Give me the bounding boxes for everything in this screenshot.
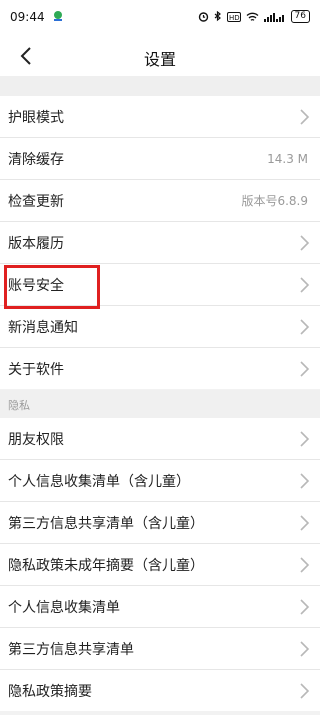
svg-text:HD: HD xyxy=(229,14,240,22)
status-time: 09:44 xyxy=(10,10,45,24)
hd-icon: HD xyxy=(226,11,241,22)
section-title: 隐私 xyxy=(8,399,30,412)
cache-size-value: 14.3 M xyxy=(267,151,308,166)
app-notification-icon xyxy=(54,11,62,21)
settings-item-label: 个人信息收集清单 xyxy=(8,599,120,616)
chevron-right-icon xyxy=(300,431,310,447)
wifi-icon xyxy=(246,12,258,21)
settings-item-label: 隐私政策未成年摘要（含儿童） xyxy=(8,557,204,574)
privacy-item-personal-info[interactable]: 个人信息收集清单 xyxy=(0,586,320,628)
privacy-item-personal-info-children[interactable]: 个人信息收集清单（含儿童） xyxy=(0,460,320,502)
version-value: 版本号6.8.9 xyxy=(241,194,308,208)
page-title: 设置 xyxy=(143,50,176,69)
status-icons: HD 76 xyxy=(198,10,310,23)
settings-item-check-update[interactable]: 检查更新 版本号6.8.9 xyxy=(0,180,320,222)
status-bar: 09:44 HD 76 xyxy=(0,0,320,36)
chevron-right-icon xyxy=(300,361,310,377)
privacy-item-friend-permissions[interactable]: 朋友权限 xyxy=(0,418,320,460)
battery-indicator: 76 xyxy=(290,10,310,23)
settings-item-label: 新消息通知 xyxy=(8,319,78,336)
alarm-icon xyxy=(198,12,208,22)
privacy-section-header: 隐私 xyxy=(0,390,320,418)
chevron-right-icon xyxy=(300,599,310,615)
section-divider xyxy=(0,76,320,96)
chevron-right-icon xyxy=(300,683,310,699)
signal-icon xyxy=(263,12,284,22)
chevron-right-icon xyxy=(300,277,310,293)
nav-bar: 设置 xyxy=(0,36,320,76)
settings-item-label: 第三方信息共享清单 xyxy=(8,641,134,658)
bluetooth-icon xyxy=(214,11,221,22)
settings-item-version-history[interactable]: 版本履历 xyxy=(0,222,320,264)
chevron-right-icon xyxy=(300,319,310,335)
settings-item-label: 关于软件 xyxy=(8,361,64,378)
settings-item-label: 护眼模式 xyxy=(8,109,64,126)
general-settings-list: 护眼模式 清除缓存 14.3 M 检查更新 版本号6.8.9 版本履历 账号安全… xyxy=(0,96,320,389)
settings-item-label: 清除缓存 xyxy=(8,151,64,168)
settings-item-eye-protection[interactable]: 护眼模式 xyxy=(0,96,320,138)
chevron-right-icon xyxy=(300,515,310,531)
settings-item-notifications[interactable]: 新消息通知 xyxy=(0,306,320,348)
privacy-item-minor-summary[interactable]: 隐私政策未成年摘要（含儿童） xyxy=(0,544,320,586)
settings-item-clear-cache[interactable]: 清除缓存 14.3 M xyxy=(0,138,320,180)
highlight-annotation-box xyxy=(4,265,100,309)
settings-item-label: 第三方信息共享清单（含儿童） xyxy=(8,515,204,532)
chevron-right-icon xyxy=(300,641,310,657)
privacy-item-third-party-children[interactable]: 第三方信息共享清单（含儿童） xyxy=(0,502,320,544)
settings-item-label: 检查更新 xyxy=(8,193,64,210)
privacy-item-third-party[interactable]: 第三方信息共享清单 xyxy=(0,628,320,670)
settings-item-label: 隐私政策摘要 xyxy=(8,683,92,700)
privacy-settings-list: 朋友权限 个人信息收集清单（含儿童） 第三方信息共享清单（含儿童） 隐私政策未成… xyxy=(0,418,320,711)
chevron-right-icon xyxy=(300,557,310,573)
chevron-right-icon xyxy=(300,235,310,251)
settings-item-about[interactable]: 关于软件 xyxy=(0,348,320,389)
privacy-item-policy-summary[interactable]: 隐私政策摘要 xyxy=(0,670,320,711)
settings-item-label: 个人信息收集清单（含儿童） xyxy=(8,473,190,490)
chevron-right-icon xyxy=(300,109,310,125)
chevron-right-icon xyxy=(300,473,310,489)
settings-item-label: 版本履历 xyxy=(8,235,64,252)
settings-item-label: 朋友权限 xyxy=(8,431,64,448)
